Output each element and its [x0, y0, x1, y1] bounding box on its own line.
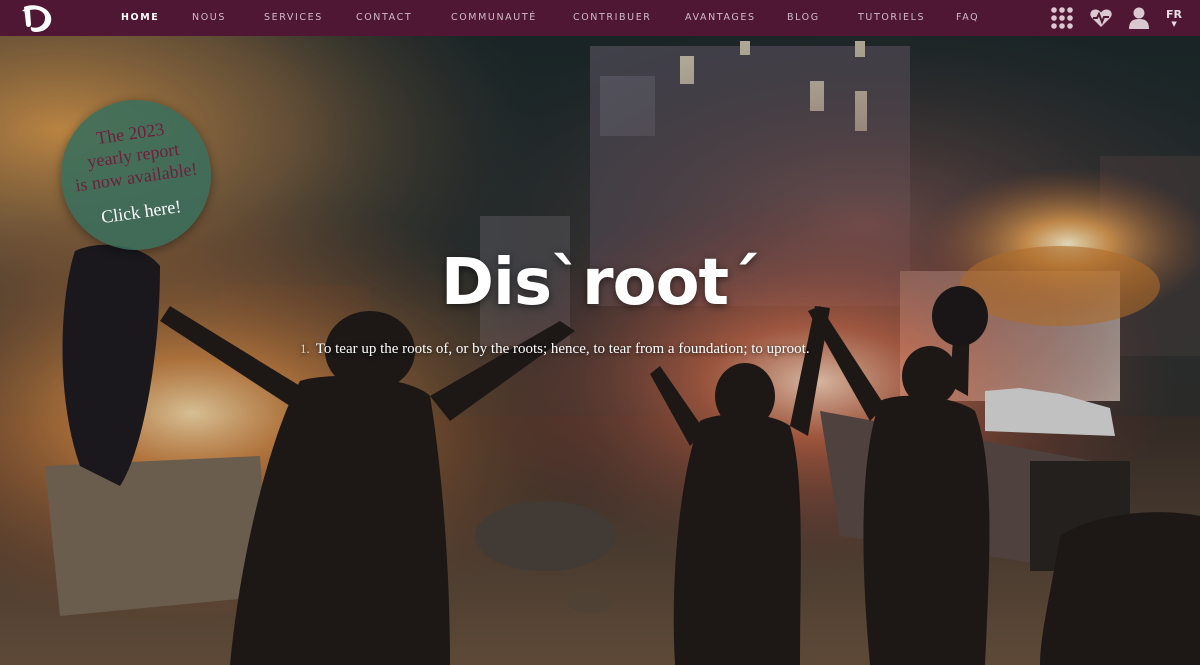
nav-services[interactable]: SERVICES [264, 12, 323, 23]
site-title: Dis`root´ [440, 246, 760, 320]
nav-communaute[interactable]: COMMUNAUTÉ [451, 12, 537, 23]
yearly-report-badge[interactable]: The 2023 yearly report is now available!… [61, 100, 211, 250]
heart-pulse-icon[interactable] [1089, 6, 1113, 35]
definition: 1. To tear up the roots of, or by the roo… [300, 341, 810, 358]
apps-grid-icon[interactable] [1050, 6, 1074, 35]
nav-contribuer[interactable]: CONTRIBUER [573, 12, 652, 23]
chevron-down-icon: ▼ [1171, 20, 1177, 28]
top-navbar: HOME NOUS SERVICES CONTACT COMMUNAUTÉ CO… [0, 0, 1200, 36]
nav-faq[interactable]: FAQ [956, 12, 979, 23]
nav-tutoriels[interactable]: TUTORIELS [858, 12, 925, 23]
nav-blog[interactable]: BLOG [787, 12, 820, 23]
definition-text: To tear up the roots of, or by the roots… [315, 341, 810, 357]
disroot-logo[interactable] [20, 2, 56, 34]
nav-icon-group: FR ▼ [1040, 0, 1200, 36]
badge-cta-link[interactable]: Click here! [65, 191, 216, 233]
user-icon[interactable] [1128, 6, 1150, 35]
definition-number: 1. [300, 341, 310, 356]
nav-avantages[interactable]: AVANTAGES [685, 12, 756, 23]
language-selector[interactable]: FR ▼ [1166, 9, 1182, 28]
nav-home[interactable]: HOME [121, 12, 159, 23]
nav-contact[interactable]: CONTACT [356, 12, 412, 23]
page: HOME NOUS SERVICES CONTACT COMMUNAUTÉ CO… [0, 0, 1200, 665]
nav-nous[interactable]: NOUS [192, 12, 226, 23]
